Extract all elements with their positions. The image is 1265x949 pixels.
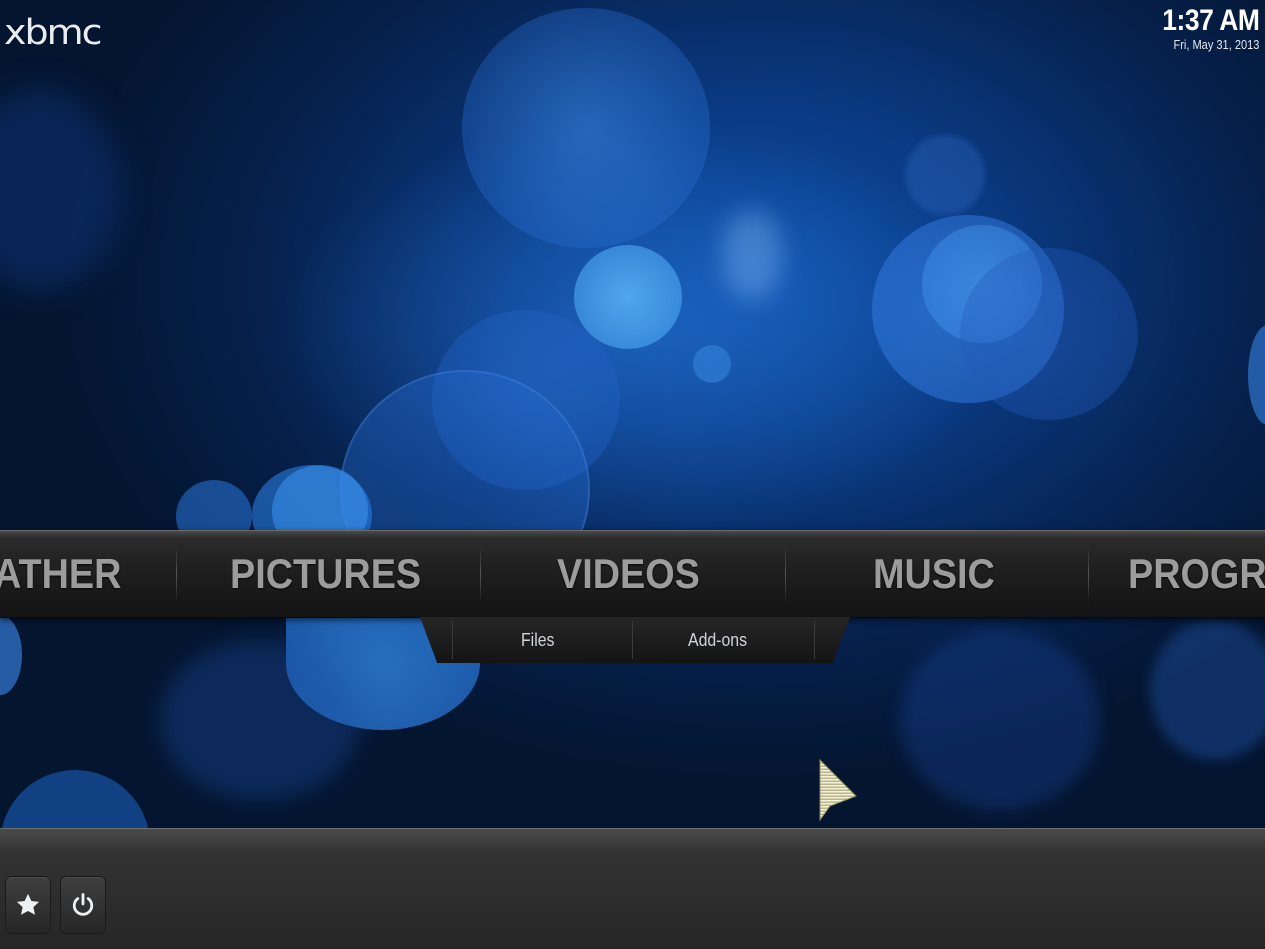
power-icon — [69, 891, 97, 919]
background-bokeh — [722, 210, 782, 300]
background-bokeh — [462, 8, 710, 248]
clock: 1:37 AM Fri, May 31, 2013 — [1149, 4, 1260, 52]
background-bokeh — [160, 640, 360, 800]
bottom-bar — [0, 828, 1265, 949]
clock-time: 1:37 AM — [1161, 4, 1260, 37]
menu-item-videos[interactable]: VIDEOS — [557, 531, 700, 617]
background-bokeh — [1150, 620, 1265, 760]
menu-item-pictures[interactable]: PICTURES — [230, 531, 421, 617]
power-button[interactable] — [60, 876, 106, 934]
submenu-divider — [814, 621, 815, 659]
menu-item-programs[interactable]: PROGR — [1128, 531, 1265, 617]
home-screen: xbmc 1:37 AM Fri, May 31, 2013 ATHER PIC… — [0, 0, 1265, 949]
background-bokeh — [0, 90, 120, 290]
xbmc-logo: xbmc — [4, 11, 103, 53]
menu-divider — [176, 545, 177, 603]
submenu-divider — [632, 621, 633, 659]
background-bokeh — [905, 135, 985, 215]
background-bokeh — [960, 248, 1138, 420]
submenu-divider — [452, 621, 453, 659]
favourites-button[interactable] — [5, 876, 51, 934]
clock-date: Fri, May 31, 2013 — [1173, 37, 1259, 52]
background-bokeh — [1248, 325, 1265, 425]
background-bokeh — [0, 615, 22, 695]
mouse-cursor-icon — [816, 758, 860, 824]
submenu-item-files[interactable]: Files — [521, 617, 554, 663]
menu-divider — [785, 545, 786, 603]
menu-divider — [1088, 545, 1089, 603]
star-icon — [14, 891, 42, 919]
menu-item-music[interactable]: MUSIC — [873, 531, 995, 617]
background-bokeh — [693, 345, 731, 383]
main-menu-bar: ATHER PICTURES VIDEOS MUSIC PROGR — [0, 530, 1265, 618]
submenu-item-addons[interactable]: Add-ons — [688, 617, 747, 663]
background-bokeh — [900, 630, 1100, 810]
menu-item-weather[interactable]: ATHER — [0, 531, 121, 617]
videos-submenu: Files Add-ons — [420, 617, 850, 663]
menu-divider — [480, 545, 481, 603]
